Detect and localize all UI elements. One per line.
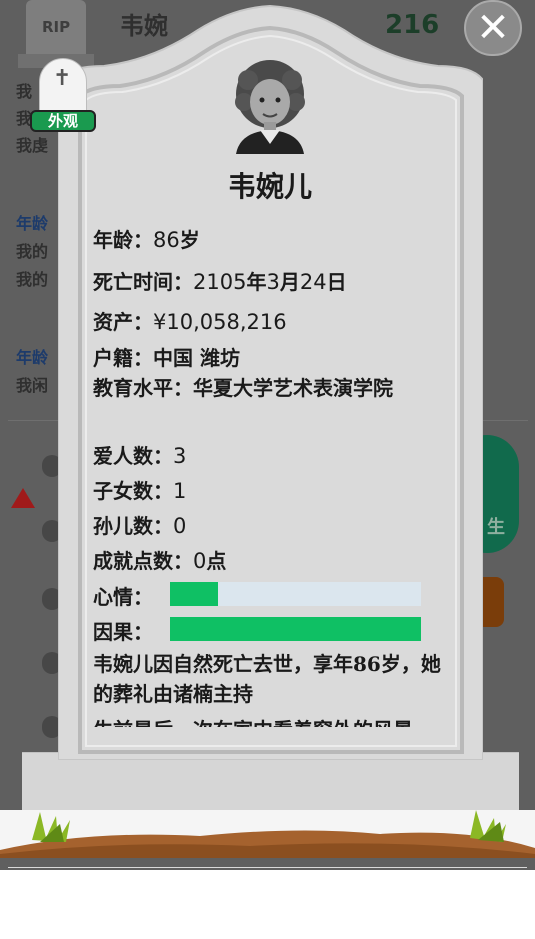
background-age-heading: 年龄: [16, 214, 49, 233]
grandchildren-row: 孙儿数：0: [93, 510, 186, 539]
age-value: 86: [153, 228, 180, 252]
karma-label: 因果：: [93, 620, 153, 644]
death-year: 2105: [193, 270, 247, 294]
age-row: 年龄：86岁: [93, 224, 200, 253]
mood-label: 心情：: [93, 585, 153, 609]
hukou-value: 中国 潍坊: [153, 346, 240, 370]
epitaph-more-text: 生前最后一次在家中看着窗外的风景: [93, 714, 413, 727]
assets-row: 资产：¥10,058,216: [93, 306, 287, 335]
achievements-value: 0: [193, 549, 207, 573]
achievements-label: 成就点数：: [93, 549, 193, 573]
background-line: 我的: [16, 242, 49, 261]
background-line: 我的: [16, 270, 49, 289]
children-row: 子女数：1: [93, 475, 186, 504]
close-button[interactable]: ✕: [464, 0, 522, 56]
death-day: 24: [299, 270, 327, 294]
hukou-row: 户籍：中国 潍坊: [93, 342, 240, 371]
epitaph-text: 韦婉儿因自然死亡去世，享年86岁，她的葬礼由诸楠主持: [93, 652, 441, 706]
assets-value: ¥10,058,216: [153, 310, 287, 334]
children-value: 1: [173, 479, 187, 503]
background-line: 我闲: [16, 376, 49, 395]
appearance-button[interactable]: ✝ 外观: [30, 58, 96, 136]
grandchildren-label: 孙儿数：: [93, 514, 173, 538]
deceased-name: 韦婉儿: [227, 170, 312, 203]
grass-ground: [0, 810, 535, 858]
hukou-label: 户籍：: [93, 346, 153, 370]
education-label: 教育水平：: [93, 376, 193, 400]
age-unit: 岁: [179, 228, 200, 252]
cross-icon: ✝: [53, 66, 72, 91]
close-icon: ✕: [476, 5, 510, 51]
grandchildren-value: 0: [173, 514, 187, 538]
achievements-row: 成就点数：0点: [93, 545, 226, 574]
karma-bar-fill: [170, 617, 421, 641]
month-char: 月: [279, 270, 300, 294]
achievements-unit: 点: [206, 549, 227, 573]
education-row: 教育水平：华夏大学艺术表演学院: [93, 373, 445, 403]
avatar: [235, 60, 305, 154]
warning-icon: [11, 488, 35, 508]
background-age-heading: 年龄: [16, 348, 49, 367]
assets-label: 资产：: [93, 310, 153, 334]
lovers-label: 爱人数：: [93, 444, 173, 468]
death-label: 死亡时间：: [93, 270, 193, 294]
lovers-value: 3: [173, 444, 187, 468]
age-label: 年龄：: [93, 228, 153, 252]
children-label: 子女数：: [93, 479, 173, 503]
death-row: 死亡时间：2105年3月24日: [93, 266, 347, 295]
bottom-divider: [8, 867, 527, 868]
lovers-row: 爱人数：3: [93, 440, 186, 469]
karma-bar: [170, 617, 421, 641]
appearance-label: 外观: [30, 110, 96, 132]
day-char: 日: [326, 270, 347, 294]
profile-info: 年龄：86岁 死亡时间：2105年3月24日 资产：¥10,058,216 户籍…: [93, 222, 445, 727]
death-month: 3: [266, 270, 280, 294]
tombstone-base: [22, 752, 519, 813]
mood-bar-fill: [170, 582, 218, 606]
year-char: 年: [246, 270, 267, 294]
mood-bar: [170, 582, 421, 606]
education-value: 华夏大学艺术表演学院: [193, 376, 393, 400]
